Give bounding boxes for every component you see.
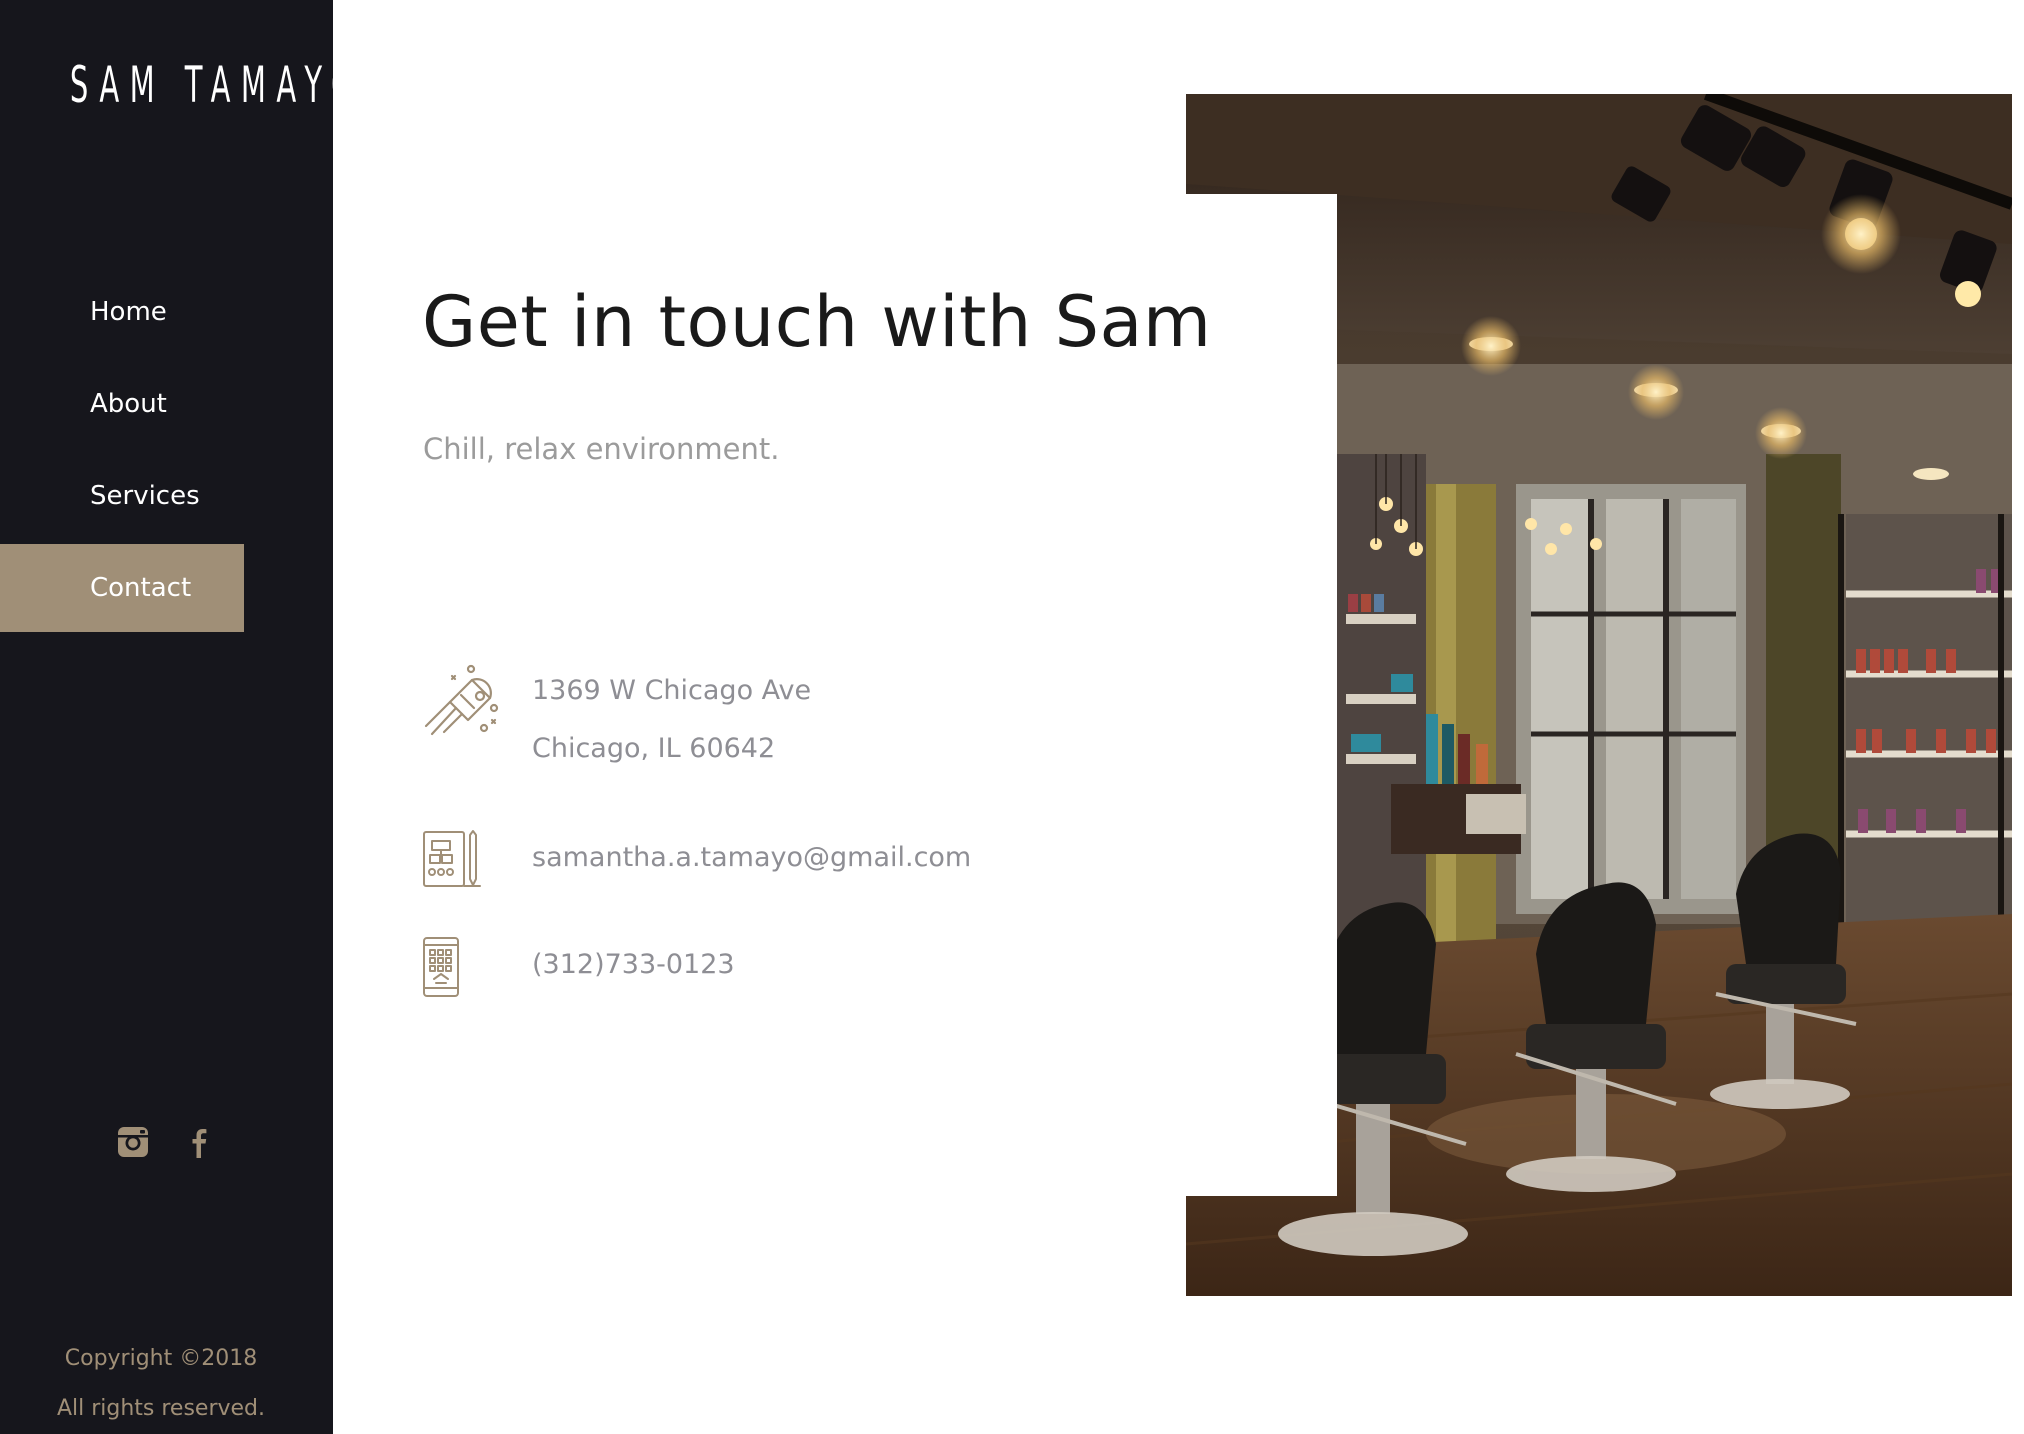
page-subtitle: Chill, relax environment. (423, 432, 780, 466)
contact-page: SAM TAMAYO Home About Services Contact C… (0, 0, 2024, 1434)
facebook-icon[interactable] (179, 1122, 219, 1162)
nav-item-contact[interactable]: Contact (0, 544, 244, 632)
nav-item-home[interactable]: Home (0, 268, 244, 356)
phone-link[interactable]: (312)733-0123 (532, 936, 735, 994)
address-line-2: Chicago, IL 60642 (532, 733, 776, 764)
instagram-icon[interactable] (114, 1122, 154, 1162)
nav-item-about[interactable]: About (0, 360, 244, 448)
page-title: Get in touch with Sam (422, 281, 1212, 363)
social-links (0, 1122, 333, 1162)
email-app-icon (422, 829, 482, 889)
email-link[interactable]: samantha.a.tamayo@gmail.com (532, 829, 971, 887)
copyright-line: Copyright ©2018 (64, 1346, 258, 1371)
site-logo[interactable]: SAM TAMAYO (70, 50, 354, 120)
rights-line: All rights reserved. (56, 1396, 266, 1421)
main-nav: Home About Services Contact (0, 268, 333, 632)
address-line-1: 1369 W Chicago Ave (532, 675, 812, 706)
location-rocket-icon (422, 662, 506, 746)
copyright: Copyright ©2018 All rights reserved. (0, 1334, 322, 1434)
phone-keypad-icon (422, 936, 462, 998)
sidebar: SAM TAMAYO Home About Services Contact C… (0, 0, 354, 1434)
nav-item-services[interactable]: Services (0, 452, 244, 540)
